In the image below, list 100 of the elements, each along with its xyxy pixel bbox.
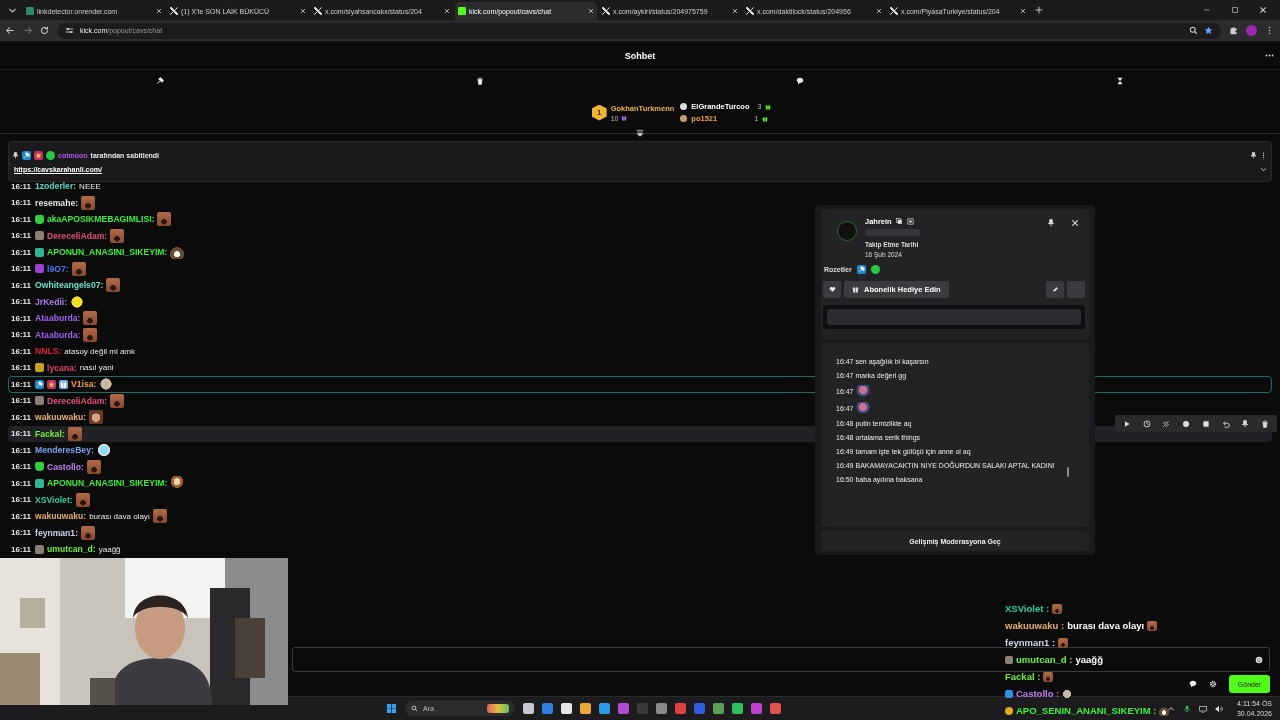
app-icon[interactable] [713, 703, 724, 714]
more-options-icon[interactable] [1260, 151, 1267, 159]
app-icon[interactable] [675, 703, 686, 714]
username[interactable]: DereceliAdam: [47, 395, 108, 406]
emote-icon [71, 261, 86, 276]
frame-icon[interactable] [906, 218, 914, 225]
username[interactable]: MenderesBey: [35, 445, 94, 456]
app-icon[interactable] [732, 703, 743, 714]
input-field[interactable] [827, 309, 1081, 325]
username: wakuuwaku : [1005, 620, 1065, 631]
username[interactable]: Ataaburda: [35, 329, 81, 340]
back-icon[interactable] [6, 26, 15, 35]
chat-input-field[interactable] [292, 647, 1270, 672]
timestamp: 16:11 [11, 544, 32, 554]
username[interactable]: V1isa: [71, 379, 97, 390]
play-icon[interactable] [1122, 419, 1131, 428]
windows-start-icon[interactable] [386, 703, 397, 714]
username[interactable]: NNLS: [35, 346, 62, 357]
close-icon[interactable] [732, 8, 738, 14]
x-logo-icon [314, 7, 322, 15]
undo-icon[interactable] [1221, 419, 1230, 428]
trash-icon[interactable] [476, 77, 484, 85]
username[interactable]: Owhiteangels07: [35, 280, 104, 291]
username[interactable]: DereceliAdam: [47, 230, 108, 241]
emote-icon [89, 410, 104, 425]
username[interactable]: wakuuwaku: [35, 412, 87, 423]
circle-icon[interactable] [1182, 419, 1191, 428]
square-icon[interactable] [1201, 419, 1210, 428]
pin-icon[interactable] [1241, 419, 1250, 428]
close-icon[interactable] [876, 8, 882, 14]
edit-button[interactable] [1046, 281, 1064, 298]
pin-icon[interactable] [1047, 219, 1055, 227]
restore-icon[interactable] [1231, 6, 1239, 14]
timestamp: 16:11 [11, 511, 32, 521]
app-icon[interactable] [580, 703, 591, 714]
username[interactable]: Castollo: [47, 461, 84, 472]
username[interactable]: l9O7: [47, 263, 69, 274]
close-icon[interactable] [300, 8, 306, 14]
close-icon[interactable] [1259, 6, 1267, 14]
clock-icon[interactable] [1142, 419, 1151, 428]
username[interactable]: 1zoderler: [35, 181, 77, 192]
trash-icon[interactable] [1261, 419, 1270, 428]
hammer-icon[interactable] [156, 77, 164, 85]
username[interactable]: APONUN_ANASINI_SIKEYIM: [47, 478, 168, 489]
scroll-down-icon[interactable] [636, 129, 644, 137]
username[interactable]: wakuuwaku: [35, 511, 87, 522]
app-icon[interactable] [751, 703, 762, 714]
app-icon[interactable] [542, 703, 553, 714]
app-icon[interactable] [523, 703, 534, 714]
scrollbar-thumb[interactable] [1067, 467, 1069, 477]
emote-icon [1159, 705, 1170, 716]
chat-bubble-icon[interactable] [1189, 680, 1197, 688]
app-icon[interactable] [599, 703, 610, 714]
close-icon[interactable] [1020, 8, 1026, 14]
expand-icon[interactable] [1260, 165, 1267, 173]
zoom-icon[interactable] [1189, 26, 1198, 35]
settings-icon[interactable] [1209, 680, 1217, 688]
close-icon[interactable] [588, 8, 594, 14]
close-icon[interactable] [1071, 219, 1079, 227]
app-icon[interactable] [618, 703, 629, 714]
slash-icon[interactable] [1162, 419, 1171, 428]
username[interactable]: umutcan_d: [47, 544, 96, 555]
pin-icon[interactable] [1250, 151, 1257, 159]
chat-bubble-icon[interactable] [796, 77, 804, 85]
close-icon[interactable] [444, 8, 450, 14]
copy-icon[interactable] [895, 218, 903, 225]
network-icon[interactable] [1198, 704, 1207, 713]
username[interactable]: akaAPOSIKMEBAGIMLISI: [47, 214, 155, 225]
username: feynman1 : [1005, 637, 1056, 648]
hourglass-icon[interactable] [1116, 77, 1124, 85]
new-tab-icon[interactable] [1035, 6, 1043, 14]
username[interactable]: feynman1: [35, 527, 78, 538]
username[interactable]: Fackal: [35, 428, 65, 439]
close-icon[interactable] [156, 8, 162, 14]
username: umutcan_d : [1016, 654, 1073, 665]
username[interactable]: JrKedii: [35, 296, 68, 307]
username: APO_SENIN_ANANI_SIKEYIM : [1016, 705, 1157, 716]
reload-icon[interactable] [40, 26, 49, 35]
timestamp: 16:11 [11, 429, 32, 439]
avatar-icon [35, 396, 45, 406]
forward-icon[interactable] [23, 26, 32, 35]
bookmark-star-icon[interactable] [1204, 26, 1213, 35]
app-icon[interactable] [770, 703, 781, 714]
timestamp: 16:11 [11, 379, 32, 389]
volume-icon[interactable] [1214, 704, 1223, 713]
username[interactable]: lycana: [47, 362, 77, 373]
microphone-icon[interactable] [1182, 704, 1191, 713]
app-icon[interactable] [561, 703, 572, 714]
username[interactable]: APONUN_ANASINI_SIKEYIM: [47, 247, 168, 258]
extensions-icon[interactable] [1229, 26, 1238, 35]
heart-icon [828, 286, 836, 293]
caret-icon[interactable] [1166, 704, 1175, 713]
app-icon[interactable] [656, 703, 667, 714]
username[interactable]: resemahe: [35, 197, 79, 208]
site-info-icon[interactable] [65, 26, 74, 35]
emoji-icon[interactable] [1255, 655, 1263, 664]
follow-button[interactable] [823, 281, 841, 298]
username[interactable]: Ataaburda: [35, 313, 81, 324]
chat-title: Sohbet [624, 50, 656, 61]
username[interactable]: XSViolet: [35, 494, 73, 505]
